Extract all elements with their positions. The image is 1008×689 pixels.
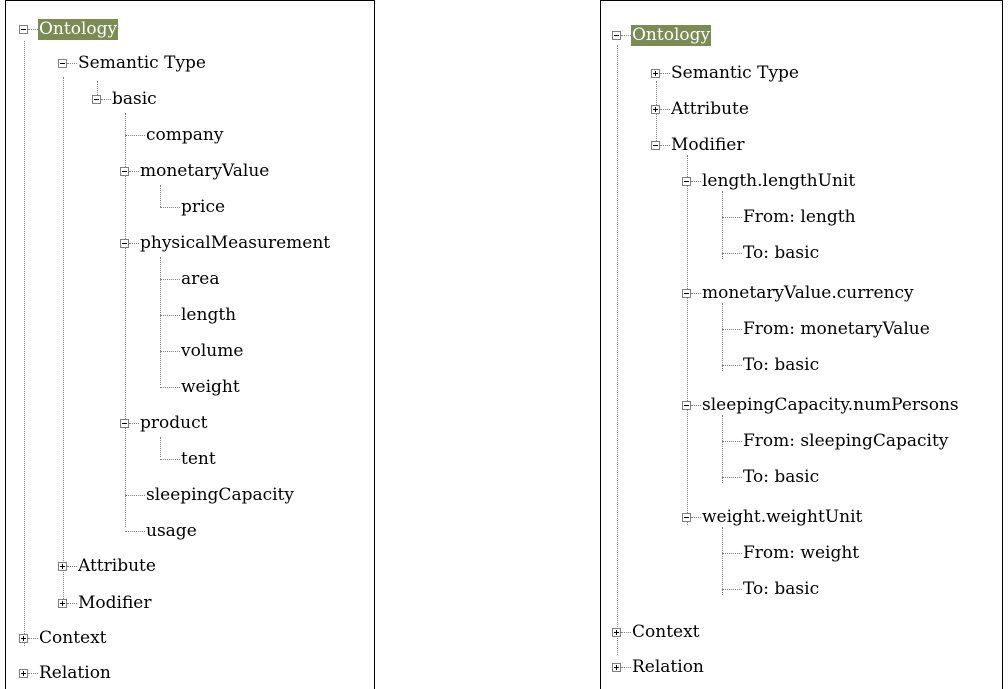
collapse-icon[interactable]: [120, 166, 129, 176]
right-tree-panel: Ontology Semantic Type Attribute Modifie…: [600, 0, 1003, 689]
tree-node-physical-measurement[interactable]: physicalMeasurement: [120, 231, 331, 255]
tree-node-context[interactable]: Context: [612, 620, 701, 644]
collapse-icon[interactable]: [612, 30, 621, 40]
tree-node-label[interactable]: usage: [145, 521, 198, 542]
tree-node-label[interactable]: To: basic: [742, 243, 820, 264]
expand-icon[interactable]: [612, 662, 621, 672]
tree-node-basic[interactable]: basic: [92, 87, 158, 111]
tree-node-label[interactable]: tent: [180, 449, 217, 470]
tree-node-ontology[interactable]: Ontology: [612, 23, 712, 47]
tree-node-label[interactable]: length: [180, 305, 237, 326]
tree-node-label[interactable]: volume: [180, 341, 244, 362]
tree-node-label[interactable]: Context: [631, 622, 701, 643]
tree-node-label[interactable]: From: weight: [742, 543, 860, 564]
expand-icon[interactable]: [612, 627, 621, 637]
collapse-icon[interactable]: [682, 512, 691, 522]
tree-node-semantic-type[interactable]: Semantic Type: [651, 61, 800, 85]
tree-node-label[interactable]: sleepingCapacity: [145, 485, 295, 506]
tree-node-num-persons[interactable]: sleepingCapacity.numPersons: [682, 393, 960, 417]
tree-node-ontology[interactable]: Ontology: [19, 17, 119, 41]
tree-node-label[interactable]: basic: [111, 89, 158, 110]
expand-icon[interactable]: [58, 561, 67, 571]
collapse-icon[interactable]: [682, 288, 691, 298]
tree-node-label[interactable]: Context: [38, 628, 108, 649]
tree-node-tent[interactable]: tent: [160, 447, 217, 471]
collapse-icon[interactable]: [92, 94, 101, 104]
tree-node-price[interactable]: price: [160, 195, 226, 219]
expand-icon[interactable]: [19, 633, 28, 643]
tree-node-label[interactable]: To: basic: [742, 467, 820, 488]
tree-node-length-unit[interactable]: length.lengthUnit: [682, 169, 856, 193]
tree-node-area[interactable]: area: [160, 267, 220, 291]
tree-node-attribute[interactable]: Attribute: [651, 97, 750, 121]
tree-node-modifier[interactable]: Modifier: [58, 591, 153, 615]
collapse-icon[interactable]: [682, 400, 691, 410]
tree-node-label[interactable]: From: monetaryValue: [742, 319, 931, 340]
tree-node-context[interactable]: Context: [19, 626, 108, 650]
tree-node-label[interactable]: sleepingCapacity.numPersons: [701, 395, 960, 416]
tree-node-label[interactable]: length.lengthUnit: [701, 171, 856, 192]
tree-node-label[interactable]: From: length: [742, 207, 857, 228]
tree-node-to[interactable]: To: basic: [722, 241, 820, 265]
collapse-icon[interactable]: [120, 418, 129, 428]
tree-node-product[interactable]: product: [120, 411, 208, 435]
tree-node-weight[interactable]: weight: [160, 375, 241, 399]
tree-node-label[interactable]: Attribute: [77, 556, 157, 577]
tree-node-label[interactable]: Modifier: [670, 135, 746, 156]
collapse-icon[interactable]: [58, 58, 67, 68]
expand-icon[interactable]: [651, 104, 660, 114]
tree-node-attribute[interactable]: Attribute: [58, 554, 157, 578]
tree-node-monetary-value[interactable]: monetaryValue: [120, 159, 270, 183]
tree-node-company[interactable]: company: [125, 123, 224, 147]
left-tree: Ontology Semantic Type basic company mon…: [6, 1, 374, 689]
tree-node-to[interactable]: To: basic: [722, 353, 820, 377]
left-tree-panel: Ontology Semantic Type basic company mon…: [5, 0, 375, 689]
tree-node-label[interactable]: price: [180, 197, 226, 218]
tree-node-from[interactable]: From: sleepingCapacity: [722, 429, 949, 453]
collapse-icon[interactable]: [682, 176, 691, 186]
tree-node-label[interactable]: Ontology: [631, 24, 712, 46]
tree-node-label[interactable]: product: [139, 413, 208, 434]
tree-node-from[interactable]: From: weight: [722, 541, 860, 565]
tree-node-label[interactable]: weight: [180, 377, 241, 398]
collapse-icon[interactable]: [120, 238, 129, 248]
tree-node-label[interactable]: Semantic Type: [670, 63, 800, 84]
tree-node-relation[interactable]: Relation: [19, 661, 112, 685]
tree-node-label[interactable]: From: sleepingCapacity: [742, 431, 949, 452]
right-tree: Ontology Semantic Type Attribute Modifie…: [601, 1, 1002, 689]
expand-icon[interactable]: [58, 598, 67, 608]
tree-node-label[interactable]: Attribute: [670, 99, 750, 120]
tree-node-label[interactable]: company: [145, 125, 224, 146]
tree-node-label[interactable]: weight.weightUnit: [701, 507, 863, 528]
collapse-icon[interactable]: [651, 140, 660, 150]
tree-node-semantic-type[interactable]: Semantic Type: [58, 51, 207, 75]
tree-node-label[interactable]: Modifier: [77, 593, 153, 614]
expand-icon[interactable]: [19, 668, 28, 678]
tree-node-label[interactable]: Relation: [38, 663, 112, 684]
tree-node-label[interactable]: To: basic: [742, 355, 820, 376]
tree-node-length[interactable]: length: [160, 303, 237, 327]
tree-node-weight-unit[interactable]: weight.weightUnit: [682, 505, 863, 529]
tree-node-label[interactable]: physicalMeasurement: [139, 233, 331, 254]
tree-node-label[interactable]: area: [180, 269, 220, 290]
tree-node-label[interactable]: Relation: [631, 657, 705, 678]
tree-node-label[interactable]: Ontology: [38, 18, 119, 40]
tree-node-label[interactable]: monetaryValue: [139, 161, 270, 182]
tree-node-label[interactable]: To: basic: [742, 579, 820, 600]
collapse-icon[interactable]: [19, 24, 28, 34]
tree-node-label[interactable]: monetaryValue.currency: [701, 283, 915, 304]
tree-node-label[interactable]: Semantic Type: [77, 53, 207, 74]
tree-node-from[interactable]: From: monetaryValue: [722, 317, 931, 341]
tree-node-to[interactable]: To: basic: [722, 577, 820, 601]
tree-node-usage[interactable]: usage: [125, 519, 198, 543]
tree-node-from[interactable]: From: length: [722, 205, 857, 229]
tree-node-volume[interactable]: volume: [160, 339, 244, 363]
tree-node-sleeping-capacity[interactable]: sleepingCapacity: [125, 483, 295, 507]
expand-icon[interactable]: [651, 68, 660, 78]
tree-node-to[interactable]: To: basic: [722, 465, 820, 489]
tree-node-modifier[interactable]: Modifier: [651, 133, 746, 157]
tree-node-relation[interactable]: Relation: [612, 655, 705, 679]
tree-node-monetary-currency[interactable]: monetaryValue.currency: [682, 281, 915, 305]
